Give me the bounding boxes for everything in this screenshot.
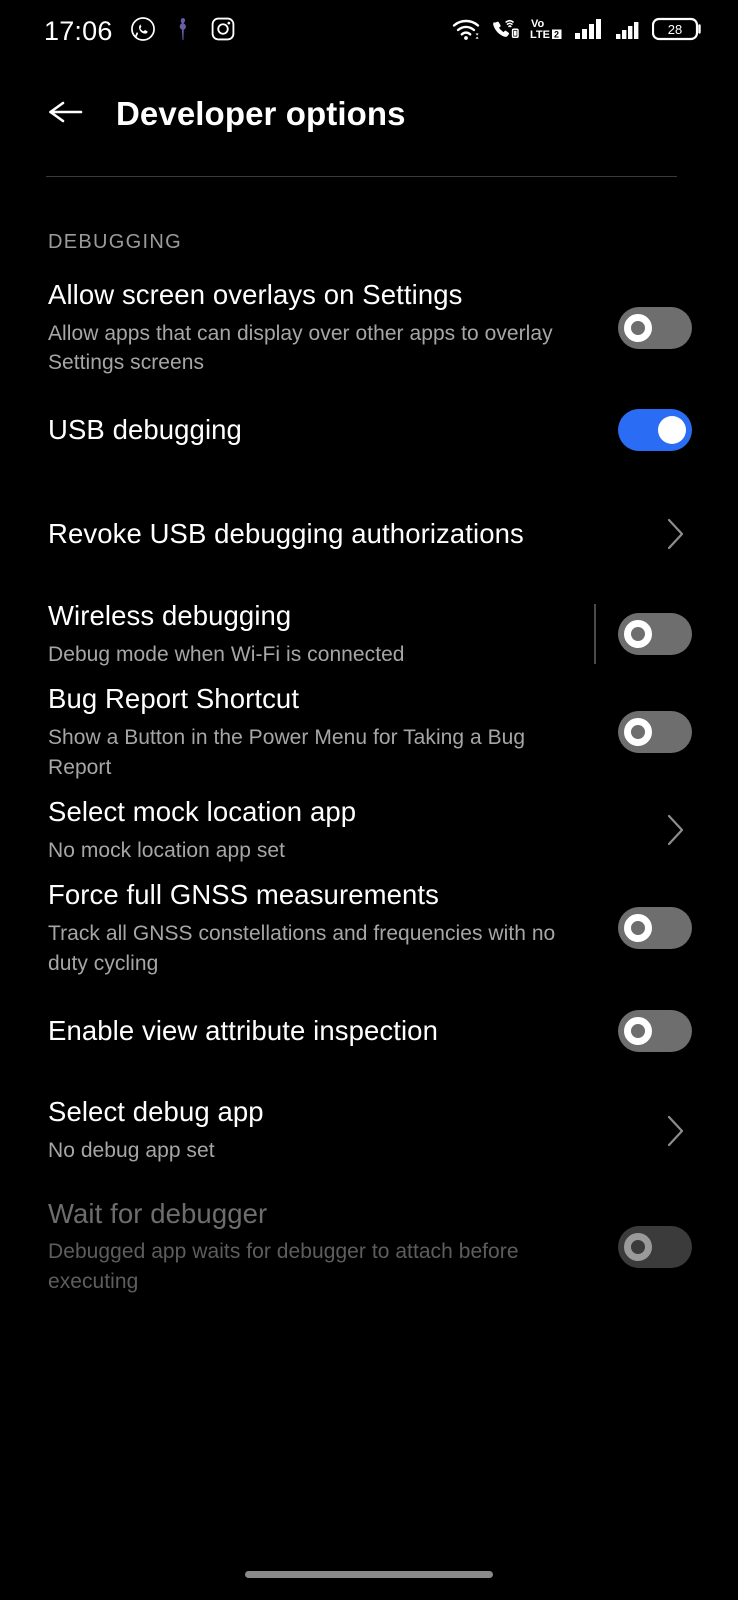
list-item-summary: Track all GNSS constellations and freque… xyxy=(48,921,556,975)
toggle-knob xyxy=(658,416,686,445)
notification-icon xyxy=(173,16,193,47)
list-item[interactable]: Bug Report Shortcut Show a Button in the… xyxy=(0,682,738,782)
list-item-text: USB debugging xyxy=(48,413,618,447)
list-item-title: Select mock location app xyxy=(48,796,357,828)
instagram-icon xyxy=(210,16,236,47)
list-item-summary: Debugged app waits for debugger to attac… xyxy=(48,1240,519,1293)
list-item-title: Allow screen overlays on Settings xyxy=(48,279,463,310)
toggle-wireless-debugging[interactable] xyxy=(618,613,692,656)
chevron-right-icon[interactable] xyxy=(658,1114,692,1148)
list-item-title: Bug Report Shortcut xyxy=(48,683,300,715)
list-item-accessory xyxy=(658,1114,692,1148)
toggle-knob xyxy=(624,1232,652,1261)
section-label-debugging: DEBUGGING xyxy=(48,231,182,253)
list-item-text: Allow screen overlays on Settings Allow … xyxy=(48,278,618,378)
list-item[interactable]: Wireless debugging Debug mode when Wi-Fi… xyxy=(0,586,738,682)
list-item-summary: Allow apps that can display over other a… xyxy=(48,321,553,375)
svg-text:LTE: LTE xyxy=(530,29,550,41)
settings-list: Allow screen overlays on Settings Allow … xyxy=(0,254,738,1297)
list-item[interactable]: Force full GNSS measurements Track all G… xyxy=(0,878,738,978)
list-item-text: Select mock location app No mock locatio… xyxy=(48,795,658,865)
toggle-allow-screen-overlays[interactable] xyxy=(618,307,692,350)
list-item[interactable]: Select mock location app No mock locatio… xyxy=(0,782,738,878)
volte-icon: Vo LTE 2 xyxy=(529,16,565,47)
chevron-right-icon[interactable] xyxy=(658,517,692,551)
toggle-usb-debugging[interactable] xyxy=(618,409,692,452)
list-item-text: Revoke USB debugging authorizations xyxy=(48,517,658,551)
list-item-title: Select debug app xyxy=(48,1096,264,1128)
list-item-accessory xyxy=(618,711,692,754)
list-item-text: Force full GNSS measurements Track all G… xyxy=(48,878,618,978)
list-item-text: Enable view attribute inspection xyxy=(48,1014,618,1048)
chevron-right-icon[interactable] xyxy=(658,813,692,847)
list-item-accessory xyxy=(594,604,692,665)
list-item-accessory xyxy=(618,307,692,350)
signal-sim1-icon xyxy=(574,16,606,47)
battery-level-text: 28 xyxy=(668,22,682,37)
toggle-knob xyxy=(624,1016,652,1045)
toggle-bug-report-shortcut[interactable] xyxy=(618,711,692,754)
navigation-bar xyxy=(0,1548,738,1600)
toggle-view-attribute-inspection[interactable] xyxy=(618,1009,692,1052)
status-bar: 17:06 Vo LTE 2 28 xyxy=(0,0,738,62)
list-item-summary: No mock location app set xyxy=(48,838,285,862)
toggle-knob xyxy=(624,314,652,343)
list-item[interactable]: Select debug app No debug app set xyxy=(0,1083,738,1179)
list-item-accessory xyxy=(618,1225,692,1268)
status-clock: 17:06 xyxy=(44,15,113,46)
whatsapp-icon xyxy=(130,16,156,47)
list-item[interactable]: USB debugging xyxy=(0,378,738,482)
toggle-knob xyxy=(624,914,652,943)
list-item-text: Wait for debugger Debugged app waits for… xyxy=(48,1197,618,1297)
status-bar-right: Vo LTE 2 28 xyxy=(451,15,704,48)
list-item-accessory xyxy=(618,907,692,950)
vertical-divider xyxy=(594,604,596,665)
volte-call-icon xyxy=(490,16,520,47)
page-title: Developer options xyxy=(116,95,406,132)
list-item-title: Force full GNSS measurements xyxy=(48,879,439,911)
list-item-accessory xyxy=(618,409,692,452)
list-item-summary: Debug mode when Wi-Fi is connected xyxy=(48,642,405,666)
list-item[interactable]: Allow screen overlays on Settings Allow … xyxy=(0,278,738,378)
list-item[interactable]: Enable view attribute inspection xyxy=(0,979,738,1083)
list-item-text: Select debug app No debug app set xyxy=(48,1095,658,1165)
list-item-accessory xyxy=(618,1009,692,1052)
battery-icon: 28 xyxy=(651,15,704,48)
toggle-knob xyxy=(624,718,652,747)
back-button[interactable] xyxy=(44,92,88,136)
toggle-force-full-gnss[interactable] xyxy=(618,907,692,950)
list-item: Wait for debugger Debugged app waits for… xyxy=(0,1197,738,1297)
list-item-summary: Show a Button in the Power Menu for Taki… xyxy=(48,725,526,779)
toggle-knob xyxy=(624,620,652,649)
back-arrow-icon xyxy=(46,97,86,132)
list-item-summary: No debug app set xyxy=(48,1138,215,1162)
list-item-text: Wireless debugging Debug mode when Wi-Fi… xyxy=(48,599,594,669)
toggle-wait-for-debugger xyxy=(618,1225,692,1268)
list-item-accessory xyxy=(658,813,692,847)
list-item-title: Wait for debugger xyxy=(48,1197,268,1229)
gesture-nav-pill[interactable] xyxy=(245,1570,493,1578)
wifi-icon xyxy=(451,16,481,47)
list-item[interactable]: Revoke USB debugging authorizations xyxy=(0,482,738,586)
list-item-title: Revoke USB debugging authorizations xyxy=(48,518,524,550)
list-item-title: Wireless debugging xyxy=(48,599,292,631)
app-header: Developer options xyxy=(0,62,738,166)
list-item-title: Enable view attribute inspection xyxy=(48,1014,438,1046)
list-item-accessory xyxy=(658,517,692,551)
svg-text:2: 2 xyxy=(554,29,559,39)
signal-sim2-icon xyxy=(615,16,643,47)
list-item-title: USB debugging xyxy=(48,414,242,446)
status-bar-left: 17:06 xyxy=(44,16,236,47)
list-item-text: Bug Report Shortcut Show a Button in the… xyxy=(48,682,618,782)
